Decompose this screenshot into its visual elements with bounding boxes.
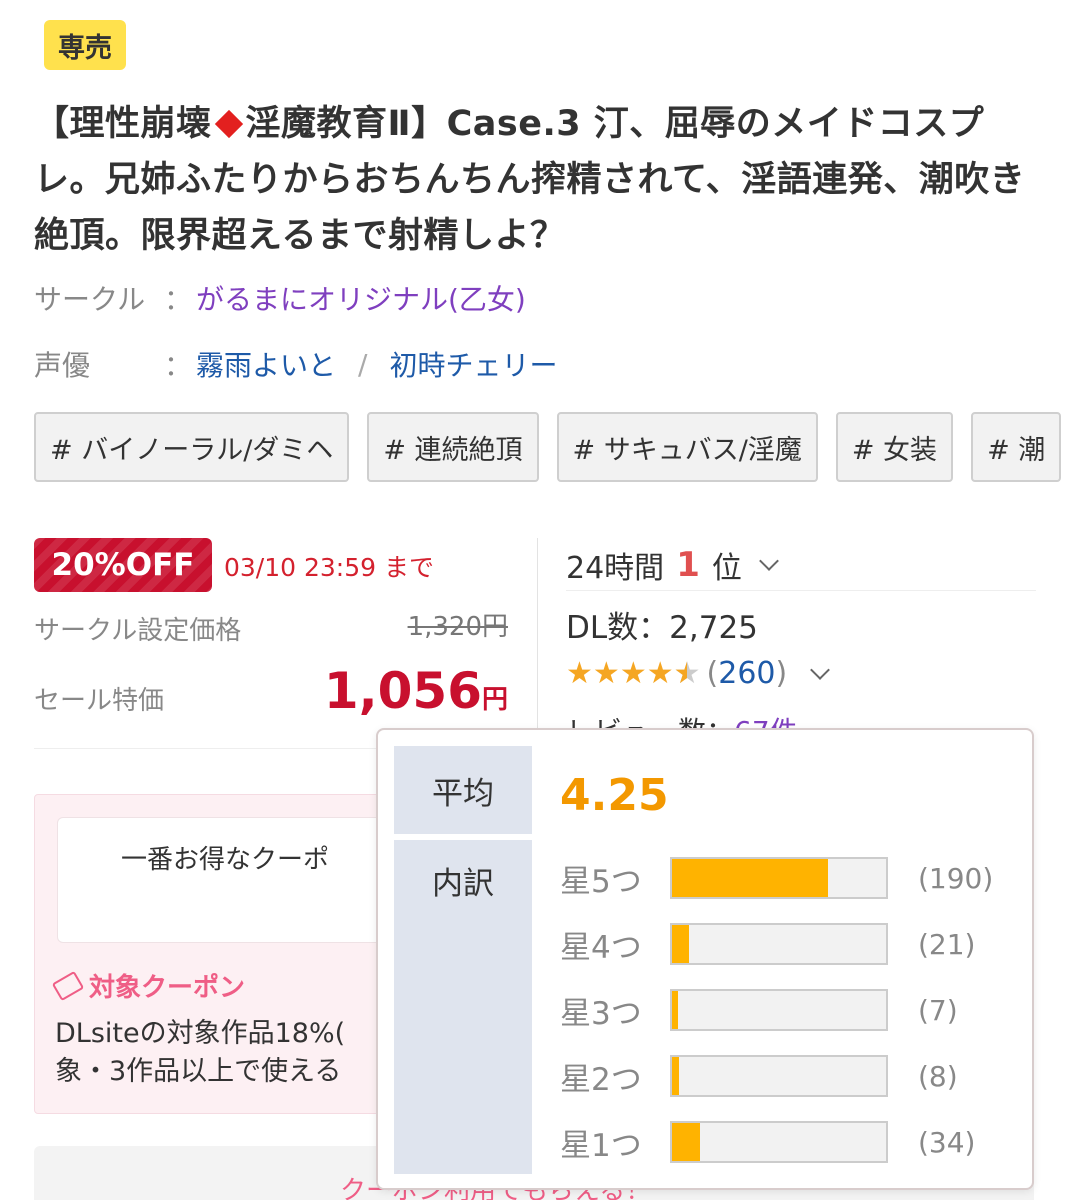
sale-price-number: 1,056 (323, 662, 482, 720)
circle-label: サークル (34, 283, 146, 316)
original-price: 1,320円 (407, 612, 508, 642)
rating-paren-open: ( (706, 656, 719, 691)
rating-bar-fill (672, 925, 690, 963)
rating-row-label: 星2つ (560, 1061, 642, 1098)
rating-row-label: 星5つ (560, 863, 642, 900)
star-icon: ★ (592, 656, 620, 691)
voice-actor-row: 声優 ： 霧雨よいと / 初時チェリー (34, 344, 557, 384)
rating-bar (670, 857, 888, 899)
circle-row: サークル ： がるまにオリジナル(乙女) (34, 278, 526, 318)
voice-colon: ： (164, 349, 193, 382)
circle-colon: ： (164, 283, 193, 316)
rating-row-count: (21) (918, 927, 976, 961)
tag-binaural[interactable]: # バイノーラル/ダミヘ (34, 412, 350, 482)
original-price-label: サークル設定価格 (34, 616, 242, 646)
red-diamond-icon (214, 109, 244, 139)
voice-separator: / (358, 347, 368, 381)
rating-row[interactable]: ★ ★ ★ ★ ★ (260) (566, 656, 831, 691)
ranking-row[interactable]: 24時間 1 位 (566, 543, 779, 587)
rating-row-count: (34) (918, 1125, 976, 1159)
circle-link[interactable]: がるまにオリジナル(乙女) (196, 278, 526, 318)
target-coupon-label: 対象クーポン (89, 973, 246, 1003)
rating-bar (670, 989, 888, 1031)
voice-label: 声優 (34, 349, 91, 382)
rating-row-label: 星1つ (560, 1127, 642, 1164)
chevron-down-icon[interactable] (810, 659, 831, 680)
exclusive-badge: 専売 (44, 20, 126, 70)
rating-bar-fill (672, 859, 829, 897)
rating-row-count: (7) (918, 993, 958, 1027)
rating-row-count: (8) (918, 1059, 958, 1093)
ranking-suffix: 位 (711, 551, 742, 586)
star-icon: ★ (646, 656, 674, 691)
product-title: 【理性崩壊 淫魔教育Ⅱ】Case.3 汀、屈辱のメイドコスプレ。兄姉ふたりからおち… (34, 96, 1034, 264)
star-rating: ★ ★ ★ ★ ★ (566, 656, 701, 691)
breakdown-header: 内訳 (394, 840, 532, 1174)
rating-bar-fill (672, 991, 678, 1029)
rating-row-1: 星1つ (34) (560, 1120, 975, 1164)
rating-row-4: 星4つ (21) (560, 922, 975, 966)
tag-continuous[interactable]: # 連続絶頂 (367, 412, 539, 482)
tag-succubus[interactable]: # サキュバス/淫魔 (556, 412, 818, 482)
star-icon: ★ (566, 656, 593, 691)
discount-badge: 20%OFF (34, 538, 212, 592)
half-star-icon: ★ (674, 656, 701, 691)
average-rating-value: 4.25 (560, 770, 669, 821)
ranking-prefix: 24時間 (566, 551, 665, 586)
rating-row-2: 星2つ (8) (560, 1054, 958, 1098)
ranking-number: 1 (676, 545, 700, 585)
rating-bar (670, 923, 888, 965)
average-header: 平均 (394, 746, 532, 834)
column-divider (537, 538, 538, 738)
rating-row-label: 星4つ (560, 929, 642, 966)
rank-divider (566, 590, 1036, 591)
best-coupon-text: 一番お得なクーポ (121, 845, 330, 875)
sale-deadline: 03/10 23:59 まで (224, 553, 434, 582)
tag-cut-off[interactable]: # 潮 (971, 412, 1062, 482)
rating-bar (670, 1055, 888, 1097)
voice-actor-link-2[interactable]: 初時チェリー (389, 344, 557, 384)
rating-count-link[interactable]: 260 (718, 656, 775, 691)
rating-row-3: 星3つ (7) (560, 988, 958, 1032)
rating-bar (670, 1121, 888, 1163)
tag-list: # バイノーラル/ダミヘ # 連続絶頂 # サキュバス/淫魔 # 女装 # 潮 (34, 412, 1068, 484)
target-coupon-heading: 対象クーポン (51, 967, 246, 1004)
sale-price-yen: 円 (481, 685, 508, 715)
rating-bar-fill (672, 1123, 700, 1161)
chevron-down-icon[interactable] (758, 551, 779, 571)
download-count: DL数：2,725 (566, 610, 758, 646)
tag-crossdress[interactable]: # 女装 (835, 412, 954, 482)
sale-price-label: セール特価 (34, 686, 165, 716)
voice-actor-link-1[interactable]: 霧雨よいと (196, 344, 336, 384)
rating-paren-close: ) (775, 656, 788, 691)
sale-price: 1,056 円 (324, 662, 508, 720)
rating-row-label: 星3つ (560, 995, 642, 1032)
coupon-ticket-icon (51, 970, 85, 1001)
rating-row-count: (190) (918, 861, 994, 895)
rating-bar-fill (672, 1057, 679, 1095)
rating-breakdown-popup: 平均 4.25 内訳 星5つ (190) 星4つ (21) 星3つ (7) 星2… (376, 728, 1034, 1190)
title-part1: 【理性崩壊 (34, 104, 212, 144)
star-icon: ★ (619, 656, 647, 691)
rating-row-5: 星5つ (190) (560, 856, 993, 900)
